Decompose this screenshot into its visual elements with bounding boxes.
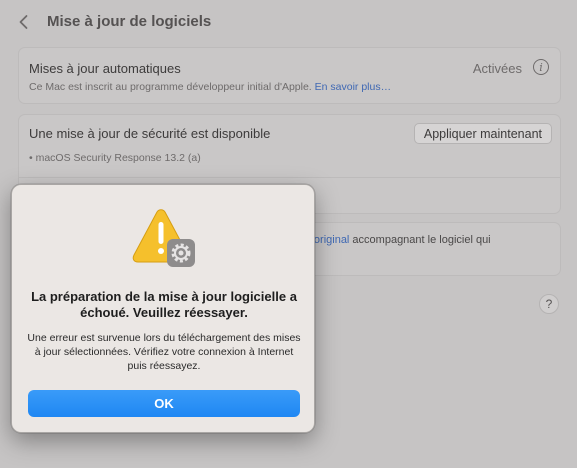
security-update-title: Une mise à jour de sécurité est disponib… — [29, 126, 271, 141]
error-alert-dialog: La préparation de la mise à jour logicie… — [11, 184, 315, 433]
alert-title: La préparation de la mise à jour logicie… — [31, 289, 297, 320]
page-title: Mise à jour de logiciels — [47, 13, 212, 30]
learn-more-link[interactable]: En savoir plus… — [315, 81, 391, 93]
auto-updates-status: Activées — [472, 61, 522, 76]
help-button[interactable]: ? — [539, 294, 559, 314]
info-icon[interactable]: i — [533, 59, 549, 75]
apply-now-button[interactable]: Appliquer maintenant — [413, 123, 552, 144]
header: Mise à jour de logiciels — [0, 0, 577, 46]
warning-gear-icon — [132, 209, 195, 267]
alert-message: Une erreur est survenue lors du téléchar… — [27, 332, 301, 372]
license-text-fragment: accompagnant le logiciel qui — [349, 234, 491, 246]
auto-updates-card: Mises à jour automatiques Activées i Ce … — [18, 47, 561, 104]
developer-program-text: Ce Mac est inscrit au programme développ… — [29, 81, 312, 93]
license-text: ance original accompagnant le logiciel q… — [287, 234, 491, 246]
ok-button[interactable]: OK — [28, 390, 300, 417]
divider — [19, 177, 560, 178]
auto-updates-subtitle: Ce Mac est inscrit au programme développ… — [29, 81, 391, 93]
back-chevron-icon[interactable] — [14, 12, 34, 32]
auto-updates-title: Mises à jour automatiques — [29, 61, 181, 76]
update-item: • macOS Security Response 13.2 (a) — [29, 152, 201, 164]
